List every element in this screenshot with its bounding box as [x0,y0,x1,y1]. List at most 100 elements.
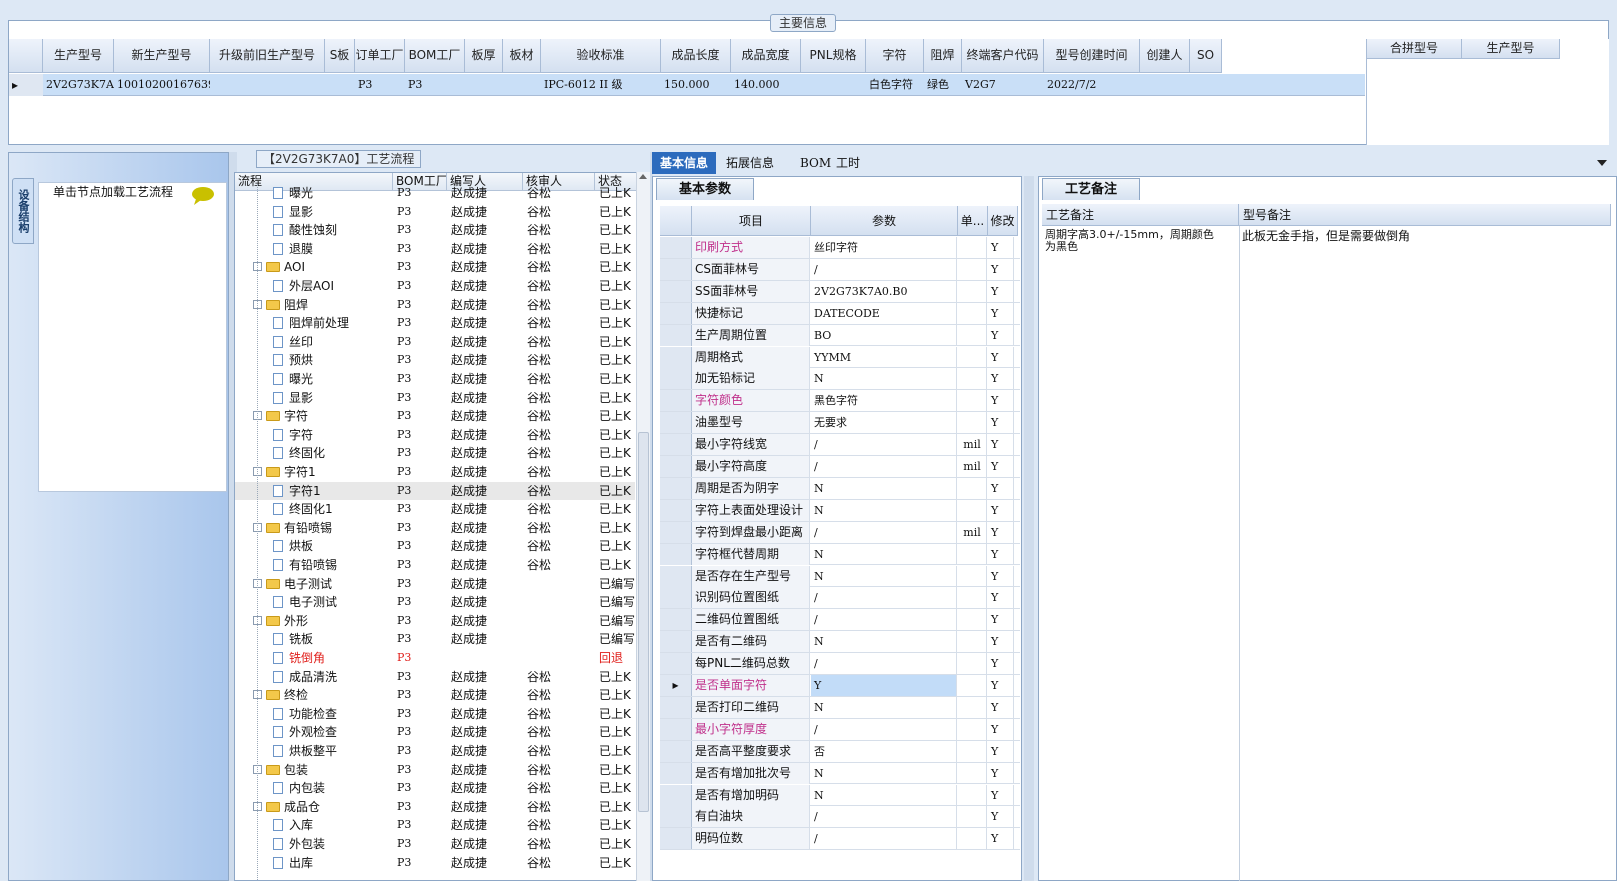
main-cell-15[interactable]: 2022/7/2 [1044,74,1140,96]
main-col-1[interactable]: 新生产型号 [114,39,210,73]
process-row[interactable]: −AOIP3赵成捷谷松已上K [235,258,635,277]
param-value[interactable]: N [811,565,957,587]
col-unit[interactable]: 单... [958,206,988,236]
process-row[interactable]: −包装P3赵成捷谷松已上K [235,761,635,780]
scroll-up-icon[interactable] [639,174,647,179]
process-row[interactable]: 入库 P3 赵成捷 谷松 已上K [235,816,635,835]
param-value[interactable]: 丝印字符 [811,237,957,258]
param-value[interactable]: / [811,828,957,850]
param-row[interactable]: 快捷标记 DATECODE Y [660,302,1020,325]
process-row[interactable]: 酸性蚀刻 P3 赵成捷 谷松 已上K [235,221,635,240]
process-row[interactable]: −有铅喷锡P3赵成捷谷松已上K [235,519,635,538]
param-row[interactable]: ▸ 是否单面字符 Y Y [660,675,1020,697]
process-row[interactable]: 出库 P3 赵成捷 谷松 已上K [235,854,635,873]
main-cell-10[interactable]: 140.000 [731,74,801,96]
param-row[interactable]: 周期是否为阴字 N Y [660,477,1020,500]
process-row[interactable]: 外层AOI P3 赵成捷 谷松 已上K [235,277,635,296]
main-col-15[interactable]: 型号创建时间 [1044,39,1140,73]
param-row[interactable]: 字符上表面处理设计 N Y [660,499,1020,522]
param-value[interactable]: N [811,696,957,718]
param-value[interactable]: N [811,543,957,565]
main-cell-14[interactable]: V2G7 [962,74,1044,96]
param-value[interactable]: N [811,368,957,390]
remarks-tab[interactable]: 工艺备注 [1042,178,1140,200]
main-col-2[interactable]: 升级前旧生产型号 [210,39,325,73]
main-col-11[interactable]: PNL规格 [801,39,866,73]
process-row[interactable]: 丝印 P3 赵成捷 谷松 已上K [235,333,635,352]
param-value[interactable]: BO [811,324,957,346]
process-row[interactable]: 电子测试 P3 赵成捷 已编写 [235,593,635,612]
process-row[interactable]: 显影 P3 赵成捷 谷松 已上K [235,389,635,408]
process-row[interactable]: 字符 P3 赵成捷 谷松 已上K [235,426,635,445]
main-cell-2[interactable] [210,74,325,96]
process-row[interactable]: 外观检查 P3 赵成捷 谷松 已上K [235,723,635,742]
process-row[interactable]: 铣板 P3 赵成捷 已编写 [235,630,635,649]
model-remark-text[interactable]: 此板无金手指，但是需要做倒角 [1242,229,1582,243]
main-col-9[interactable]: 成品长度 [661,39,731,73]
param-row[interactable]: 二维码位置图纸 / Y [660,609,1020,632]
param-row[interactable]: 是否有二维码 N Y [660,631,1020,654]
right-splitter[interactable] [1024,176,1034,881]
main-cell-7[interactable] [503,74,541,96]
param-row[interactable]: 生产周期位置 BO Y [660,324,1020,347]
tab-dropdown-icon[interactable] [1597,160,1607,166]
param-row[interactable]: 最小字符线宽 / mil Y [660,434,1020,456]
param-row[interactable]: 有白油块 / Y [660,806,1020,829]
col-item[interactable]: 项目 [692,206,811,236]
main-cell-12[interactable]: 白色字符 [866,74,924,96]
main-cell-3[interactable] [325,74,355,96]
param-value[interactable]: 2V2G73K7A0.B0 [811,280,957,302]
main-cell-17[interactable] [1190,74,1222,96]
process-row[interactable]: 内包装 P3 赵成捷 谷松 已上K [235,779,635,798]
param-value[interactable]: N [811,477,957,499]
process-remark-text[interactable]: 周期字高3.0+/-15mm，周期颜色为黑色 [1045,229,1219,253]
param-value[interactable]: N [811,784,957,806]
param-value[interactable]: 黑色字符 [811,390,957,412]
main-cell-8[interactable]: IPC-6012 II 级 [541,74,661,96]
param-row[interactable]: 字符到焊盘最小距离 / mil Y [660,521,1020,544]
process-row[interactable]: −终检P3赵成捷谷松已上K [235,686,635,705]
param-row[interactable]: 是否有增加批次号 N Y [660,762,1020,785]
process-row[interactable]: 显影 P3 赵成捷 谷松 已上K [235,203,635,222]
main-col-4[interactable]: 订单工厂 [355,39,405,73]
param-row[interactable]: 最小字符厚度 / Y [660,718,1020,741]
param-row[interactable]: 明码位数 / Y [660,828,1020,851]
main-cell-4[interactable]: P3 [355,74,405,96]
main-col-13[interactable]: 阻焊 [924,39,962,73]
process-row[interactable]: 有铅喷锡 P3 赵成捷 谷松 已上K [235,556,635,575]
main-cell-0[interactable]: 2V2G73K7A0 [43,74,114,96]
param-row[interactable]: 识别码位置图纸 / Y [660,587,1020,610]
col-param[interactable]: 参数 [811,206,958,236]
main-col-17[interactable]: SO [1190,39,1222,73]
process-row[interactable]: −字符1P3赵成捷谷松已上K [235,463,635,482]
main-col-7[interactable]: 板材 [503,39,541,73]
main-col-14[interactable]: 终端客户代码 [962,39,1044,73]
param-row[interactable]: 油墨型号 无要求 Y [660,412,1020,435]
param-value[interactable]: N [811,631,957,653]
param-value[interactable]: / [811,718,957,740]
process-row[interactable]: 预烘 P3 赵成捷 谷松 已上K [235,351,635,370]
process-row[interactable]: −电子测试P3赵成捷已编写 [235,575,635,594]
main-col-6[interactable]: 板厚 [465,39,503,73]
col-model-remark[interactable]: 型号备注 [1239,204,1611,226]
param-value[interactable]: Y [811,675,957,696]
main-col-5[interactable]: BOM工厂 [405,39,465,73]
main-col-3[interactable]: S板 [325,39,355,73]
process-row[interactable]: −字符P3赵成捷谷松已上K [235,407,635,426]
param-row[interactable]: CS面菲林号 / Y [660,258,1020,281]
process-row[interactable]: 曝光 P3 赵成捷 谷松 已上K [235,370,635,389]
param-value[interactable]: / [811,806,957,828]
main-cell-16[interactable] [1140,74,1190,96]
param-value[interactable]: DATECODE [811,302,957,324]
process-row[interactable]: −成品仓P3赵成捷谷松已上K [235,798,635,817]
param-value[interactable]: 否 [811,740,957,762]
param-value[interactable]: YYMM [811,346,957,368]
param-value[interactable]: / [811,258,957,280]
process-row[interactable]: 曝光 P3 赵成捷 谷松 已上K [235,184,635,203]
main-col-10[interactable]: 成品宽度 [731,39,801,73]
param-row[interactable]: 加无铅标记 N Y [660,368,1020,391]
param-row[interactable]: 是否高平整度要求否 Y [660,740,1020,763]
main-cell-1[interactable]: 10010200167639 [114,74,210,96]
param-row[interactable]: 周期格式 YYMM Y [660,346,1020,369]
col-modify[interactable]: 修改 [988,206,1018,236]
